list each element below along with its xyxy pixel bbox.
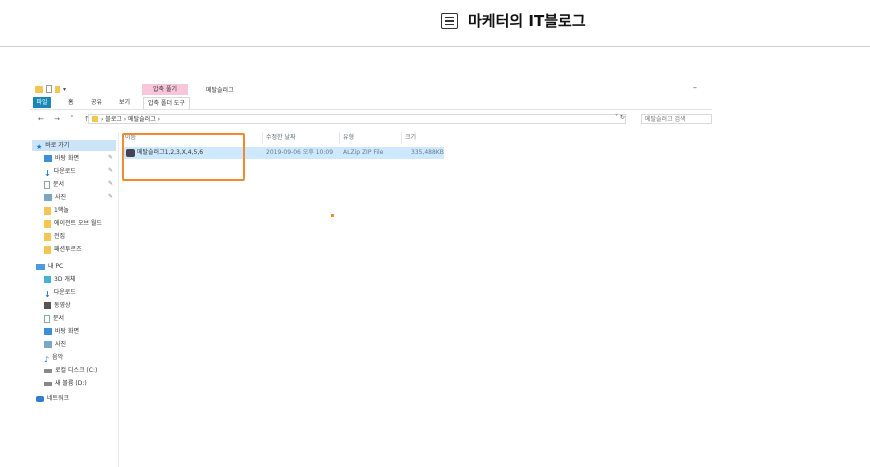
highlight-annotation: [122, 133, 245, 181]
minimize-button[interactable]: –: [693, 83, 697, 92]
sidebar-item-label: 사진: [55, 194, 67, 201]
sidebar-item-music[interactable]: ♪ 음악: [44, 352, 64, 364]
sidebar-item-folder[interactable]: 패션투르즈: [44, 244, 82, 255]
pin-icon[interactable]: ✎: [108, 193, 113, 200]
video-icon: [44, 302, 51, 309]
column-header-type[interactable]: 유형: [339, 132, 401, 144]
ribbon-tabs: 파일 홈 공유 보기 압축 폴더 도구: [30, 96, 712, 110]
address-path[interactable]: › 블로그 › 메탈슬러그 ›: [101, 116, 160, 123]
pin-icon[interactable]: ✎: [108, 154, 113, 161]
pictures-icon: [44, 341, 52, 348]
sidebar-item-this-pc[interactable]: 내 PC: [36, 261, 63, 272]
folder-icon: [92, 116, 98, 122]
title-bar: ▾ 압축 풀기 메탈슬러그 –: [30, 80, 712, 95]
blog-header: 마케터의 IT블로그: [0, 0, 870, 47]
sidebar-item-label: 내 PC: [48, 263, 64, 270]
download-icon: ↓: [44, 169, 51, 178]
sidebar-item-downloads[interactable]: ↓ 다운로드: [44, 287, 76, 299]
network-icon: [36, 395, 44, 402]
sidebar-item-documents[interactable]: 문서: [44, 313, 64, 324]
sidebar-item-local-disk[interactable]: 로컬 디스크 (C:): [44, 365, 97, 376]
sidebar-item-folder[interactable]: 에이전트 오브 월드: [44, 218, 102, 229]
sidebar-item-label: 문서: [53, 181, 65, 188]
tab-file[interactable]: 파일: [33, 97, 51, 108]
sidebar-item-label: 에이전트 오브 월드: [54, 220, 102, 227]
quick-access-toolbar: ▾: [35, 85, 66, 93]
folder-icon: [44, 232, 51, 241]
sidebar-item-pictures[interactable]: 사진: [44, 339, 66, 350]
music-icon: ♪: [44, 355, 50, 364]
address-controls[interactable]: ˅ ↻: [615, 114, 625, 121]
folder-icon: [44, 245, 51, 254]
computer-icon: [36, 263, 45, 270]
pin-icon[interactable]: ✎: [108, 180, 113, 187]
sidebar-item-downloads[interactable]: ↓ 다운로드: [44, 166, 76, 178]
pin-icon[interactable]: ✎: [108, 167, 113, 174]
tab-view[interactable]: 보기: [115, 97, 134, 108]
star-icon: ★: [36, 143, 43, 151]
sidebar-item-desktop[interactable]: 바탕 화면: [44, 326, 79, 337]
cursor-marker: [331, 214, 334, 217]
sidebar-item-label: 바탕 화면: [55, 328, 79, 335]
sidebar-item-label: 음악: [52, 354, 64, 361]
file-type: ALZip ZIP File: [343, 149, 384, 156]
sidebar-item-label: 동영상: [54, 302, 71, 309]
pictures-icon: [44, 194, 52, 201]
cube-icon: [44, 276, 51, 283]
sidebar-item-folder[interactable]: 1핵놀: [44, 205, 69, 216]
extract-context-tab[interactable]: 압축 풀기: [142, 84, 188, 95]
blog-title-link[interactable]: 마케터의 IT블로그: [441, 10, 586, 31]
sidebar-item-network[interactable]: 네트워크: [36, 393, 69, 404]
desktop-icon: [44, 328, 52, 335]
navigation-pane: ★ 바로 가기 바탕 화면 ✎ ↓ 다운로드 ✎ 문서 ✎ 사진 ✎ 1핵놀 에…: [30, 132, 119, 467]
tab-home[interactable]: 홈: [64, 97, 78, 108]
download-icon: ↓: [44, 290, 51, 299]
properties-icon[interactable]: [46, 85, 52, 93]
sidebar-item-3d-objects[interactable]: 3D 개체: [44, 274, 75, 285]
sidebar-item-label: 로컬 디스크 (C:): [55, 367, 98, 374]
sidebar-item-label: 문서: [53, 315, 65, 322]
sidebar-item-label: 새 볼륨 (D:): [55, 380, 87, 387]
sidebar-item-label: 전집: [54, 233, 66, 240]
file-modified: 2019-09-06 오후 10:09: [266, 149, 334, 156]
file-size: 335,488KB: [411, 149, 444, 156]
sidebar-item-label: 패션투르즈: [54, 246, 82, 253]
column-header-modified[interactable]: 수정한 날짜: [262, 132, 339, 144]
sidebar-item-label: 바탕 화면: [55, 155, 79, 162]
folder-icon: [44, 219, 51, 228]
folder-icon: [44, 206, 51, 215]
desktop-icon: [44, 155, 52, 162]
sidebar-item-label: 다운로드: [53, 168, 76, 175]
sidebar-item-pictures[interactable]: 사진: [44, 192, 66, 203]
search-input[interactable]: 메탈슬러그 검색: [641, 114, 712, 124]
tab-compressed-folder-tools[interactable]: 압축 폴더 도구: [143, 97, 190, 109]
sidebar-item-new-volume[interactable]: 새 볼륨 (D:): [44, 378, 87, 389]
sidebar-item-label: 3D 개체: [54, 276, 76, 283]
drive-icon: [44, 368, 52, 373]
sidebar-item-label: 다운로드: [53, 289, 76, 296]
sidebar-item-folder[interactable]: 전집: [44, 231, 65, 242]
window-title: 메탈슬러그: [206, 87, 234, 94]
sidebar-item-label: 사진: [55, 341, 67, 348]
tab-share[interactable]: 공유: [87, 97, 106, 108]
sidebar-item-label: 바로 가기: [45, 142, 70, 149]
list-icon[interactable]: [441, 12, 458, 29]
address-bar[interactable]: › 블로그 › 메탈슬러그 ›: [88, 114, 626, 124]
column-header-size[interactable]: 크기: [401, 132, 450, 144]
sidebar-item-label: 네트워크: [47, 395, 70, 402]
sidebar-item-documents[interactable]: 문서: [44, 179, 64, 190]
sidebar-item-label: 1핵놀: [54, 207, 69, 214]
navigation-buttons[interactable]: ← → ˅ ↑: [38, 115, 94, 123]
sidebar-item-desktop[interactable]: 바탕 화면: [44, 153, 79, 164]
customize-toolbar-icon[interactable]: ▾: [63, 86, 66, 93]
document-icon: [44, 314, 50, 323]
sidebar-item-quick-access[interactable]: ★ 바로 가기: [32, 140, 116, 151]
folder-icon[interactable]: [35, 85, 43, 93]
address-bar-row: ← → ˅ ↑ › 블로그 › 메탈슬러그 › ˅ ↻ 메탈슬러그 검색: [30, 113, 712, 126]
document-icon: [44, 180, 50, 189]
drive-icon: [44, 381, 52, 386]
sidebar-item-videos[interactable]: 동영상: [44, 300, 71, 311]
new-folder-icon[interactable]: [55, 85, 60, 93]
blog-title[interactable]: 마케터의 IT블로그: [468, 10, 586, 31]
